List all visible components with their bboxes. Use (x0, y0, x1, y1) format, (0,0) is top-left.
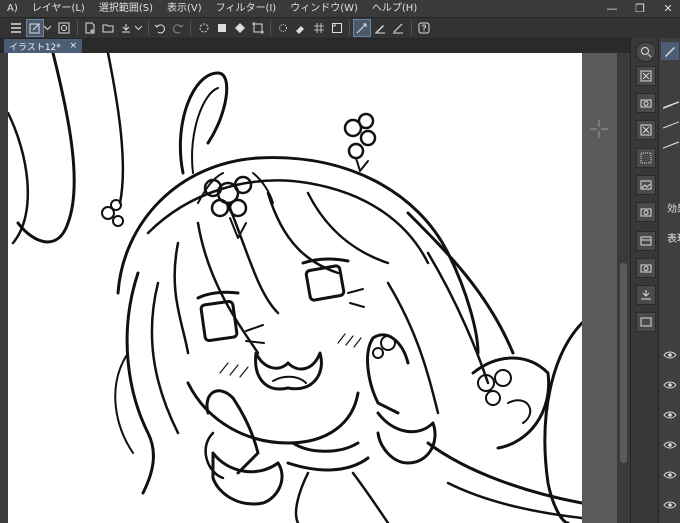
minimize-button[interactable]: — (598, 0, 626, 17)
command-bar (0, 18, 680, 39)
layer-icon[interactable] (636, 312, 656, 332)
menu-item-view[interactable]: 表示(V) (160, 0, 209, 17)
scrollbar-thumb[interactable] (620, 263, 627, 463)
fill-icon[interactable] (214, 20, 230, 36)
menu-icon[interactable] (8, 20, 24, 36)
swirl-icon[interactable] (56, 20, 72, 36)
drawing-canvas[interactable] (8, 53, 582, 523)
canvas-workspace[interactable] (8, 53, 630, 523)
vertical-scrollbar[interactable] (617, 53, 630, 523)
expression-label: 表現 (667, 234, 680, 245)
effect-label: 効果 (667, 204, 680, 215)
menu-item-help[interactable]: ヘルプ(H) (365, 0, 424, 17)
layer-properties-icon[interactable] (636, 231, 656, 251)
menu-item-animation[interactable]: A) (0, 0, 25, 17)
menu-item-filter[interactable]: フィルター(I) (209, 0, 284, 17)
eye-icon[interactable] (663, 410, 677, 420)
redo-icon[interactable] (170, 20, 186, 36)
straight-line-icon[interactable] (390, 20, 406, 36)
chevron-down-icon[interactable] (43, 20, 52, 36)
pen-tool-icon[interactable] (661, 42, 679, 60)
camera-icon[interactable] (636, 93, 656, 113)
brush-snap-icon[interactable] (353, 19, 371, 37)
layer-palette-edge: 効果 表現 (658, 38, 680, 523)
loading-icon[interactable] (196, 20, 212, 36)
new-canvas-icon[interactable] (26, 19, 44, 37)
close-window-button[interactable]: ✕ (654, 0, 680, 17)
sketch-artwork (8, 53, 582, 523)
import-icon[interactable] (636, 285, 656, 305)
image-icon[interactable] (636, 175, 656, 195)
save-icon[interactable] (118, 20, 134, 36)
eye-icon[interactable] (663, 440, 677, 450)
camera-icon-3[interactable] (636, 258, 656, 278)
pattern-icon[interactable] (636, 148, 656, 168)
menu-item-layer[interactable]: レイヤー(L) (25, 0, 92, 17)
menu-item-window[interactable]: ウィンドウ(W) (283, 0, 365, 17)
pen-icon[interactable] (372, 20, 388, 36)
delete-icon[interactable] (636, 120, 656, 140)
document-tab-bar: イラスト12* × (0, 39, 630, 53)
menu-item-selection[interactable]: 選択範囲(S) (92, 0, 160, 17)
eye-icon[interactable] (663, 350, 677, 360)
snap-ruler-icon[interactable] (275, 20, 291, 36)
ruler-icon[interactable] (329, 20, 345, 36)
help-icon[interactable] (416, 20, 432, 36)
eye-icon[interactable] (663, 380, 677, 390)
left-tool-strip (0, 53, 8, 523)
clear-layer-icon[interactable] (636, 66, 656, 86)
undo-icon[interactable] (152, 20, 168, 36)
print-icon[interactable] (134, 20, 143, 36)
camera-icon-2[interactable] (636, 202, 656, 222)
eye-icon[interactable] (663, 470, 677, 480)
open-folder-icon[interactable] (100, 20, 116, 36)
menu-bar: A) レイヤー(L) 選択範囲(S) 表示(V) フィルター(I) ウィンドウ(… (0, 0, 680, 18)
tab-close-icon[interactable]: × (69, 41, 77, 51)
grid-icon[interactable] (311, 20, 327, 36)
crop-icon[interactable] (250, 20, 266, 36)
tab-document[interactable]: イラスト12* × (4, 39, 82, 53)
new-file-icon[interactable] (82, 20, 98, 36)
palette-icon-column (630, 38, 659, 523)
tab-title: イラスト12* (9, 42, 61, 53)
zoom-icon[interactable] (636, 42, 656, 62)
crosshair-cursor-icon (590, 120, 608, 138)
transform-icon[interactable] (232, 20, 248, 36)
brush-stroke-previews (663, 101, 679, 149)
maximize-button[interactable]: ❐ (626, 0, 654, 17)
eye-icon[interactable] (663, 500, 677, 510)
eraser-snap-icon[interactable] (293, 20, 309, 36)
